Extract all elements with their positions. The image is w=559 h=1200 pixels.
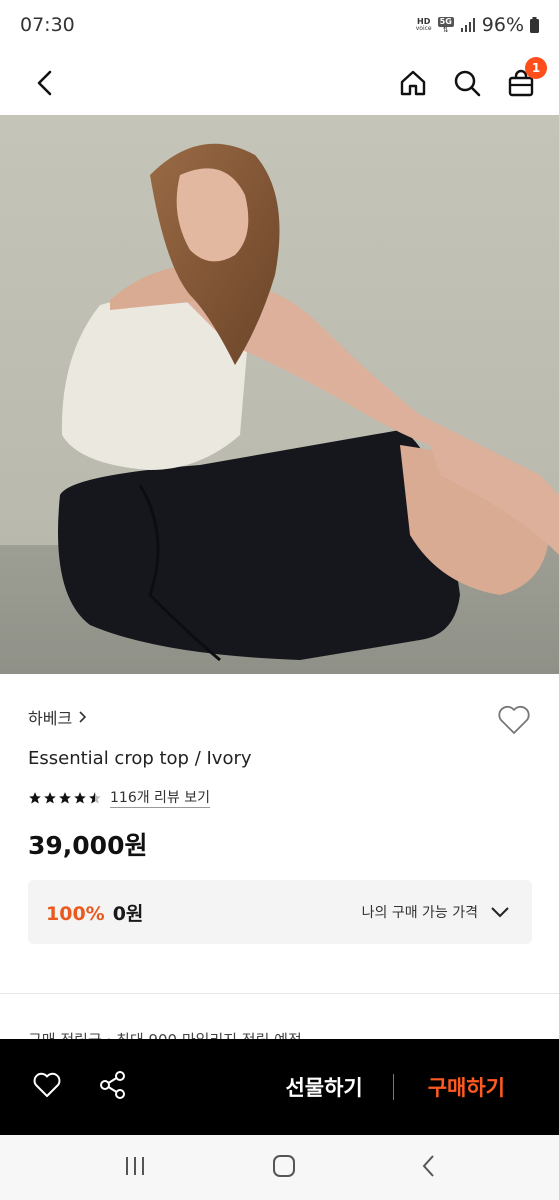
- share-button[interactable]: [98, 1070, 128, 1104]
- cart-button[interactable]: 1: [505, 56, 547, 99]
- product-photo: [0, 115, 559, 674]
- buy-button[interactable]: 구매하기: [394, 1072, 527, 1102]
- network-label: 5G: [437, 16, 454, 27]
- battery-icon: [530, 17, 539, 33]
- wishlist-button[interactable]: [497, 704, 531, 736]
- search-button[interactable]: [451, 67, 483, 99]
- points-info-text: 구매 적립금 · 최대 900 마일리지 적립 예정: [28, 1030, 428, 1039]
- heart-icon: [33, 1072, 61, 1097]
- star-icon: [44, 791, 56, 804]
- star-icon: [74, 791, 86, 804]
- star-icon: [59, 791, 71, 804]
- like-button[interactable]: [32, 1071, 62, 1103]
- product-name: Essential crop top / Ivory: [28, 748, 252, 769]
- half-star-icon: [89, 791, 101, 804]
- status-indicators: HD voice 5G ⇅ 96%: [416, 14, 539, 36]
- chevron-right-icon: [79, 711, 87, 723]
- system-nav-bar: [0, 1135, 559, 1200]
- status-bar: 07:30 HD voice 5G ⇅ 96%: [0, 0, 559, 50]
- product-price: 39,000원: [28, 831, 148, 860]
- voice-label: voice: [415, 25, 432, 32]
- recent-apps-icon: [125, 1156, 144, 1175]
- gift-button[interactable]: 선물하기: [285, 1072, 392, 1102]
- home-system-button[interactable]: [272, 1154, 296, 1182]
- benefit-amount: 0원: [112, 902, 144, 925]
- rating-row: 116개 리뷰 보기: [28, 787, 211, 808]
- benefit-percent: 100%: [46, 902, 105, 925]
- heart-icon: [498, 705, 530, 734]
- chevron-left-icon: [37, 70, 52, 95]
- brand-name: 하베크: [28, 709, 73, 728]
- product-image[interactable]: [0, 115, 559, 674]
- home-square-icon: [272, 1154, 295, 1177]
- hd-voice-icon: HD voice: [416, 18, 432, 32]
- back-button[interactable]: [28, 67, 60, 99]
- search-icon: [454, 70, 481, 96]
- signal-icon: [460, 18, 475, 32]
- home-button[interactable]: [397, 67, 429, 99]
- recent-apps-button[interactable]: [123, 1155, 147, 1181]
- back-arrow-icon: [422, 1154, 434, 1177]
- benefit-summary: 100% 0원: [46, 899, 143, 926]
- back-system-button[interactable]: [421, 1154, 437, 1182]
- star-rating: [28, 791, 102, 805]
- my-price-label: 나의 구매 가능 가격: [361, 905, 478, 921]
- share-icon: [100, 1071, 125, 1099]
- top-nav: 1: [0, 50, 559, 115]
- bottom-action-bar: 선물하기 구매하기: [0, 1039, 559, 1135]
- review-link[interactable]: 116개 리뷰 보기: [110, 787, 211, 808]
- 5g-icon: 5G ⇅: [437, 16, 454, 34]
- home-icon: [400, 70, 426, 95]
- cart-count-badge: 1: [525, 56, 547, 79]
- chevron-down-icon: [491, 907, 509, 918]
- my-price-toggle[interactable]: 나의 구매 가능 가격: [362, 902, 510, 922]
- section-divider: [0, 993, 559, 994]
- battery-percent: 96%: [481, 14, 524, 36]
- benefit-box[interactable]: 100% 0원 나의 구매 가능 가격: [28, 880, 532, 944]
- status-time: 07:30: [20, 14, 75, 36]
- star-icon: [29, 791, 41, 804]
- brand-link[interactable]: 하베크: [28, 705, 87, 729]
